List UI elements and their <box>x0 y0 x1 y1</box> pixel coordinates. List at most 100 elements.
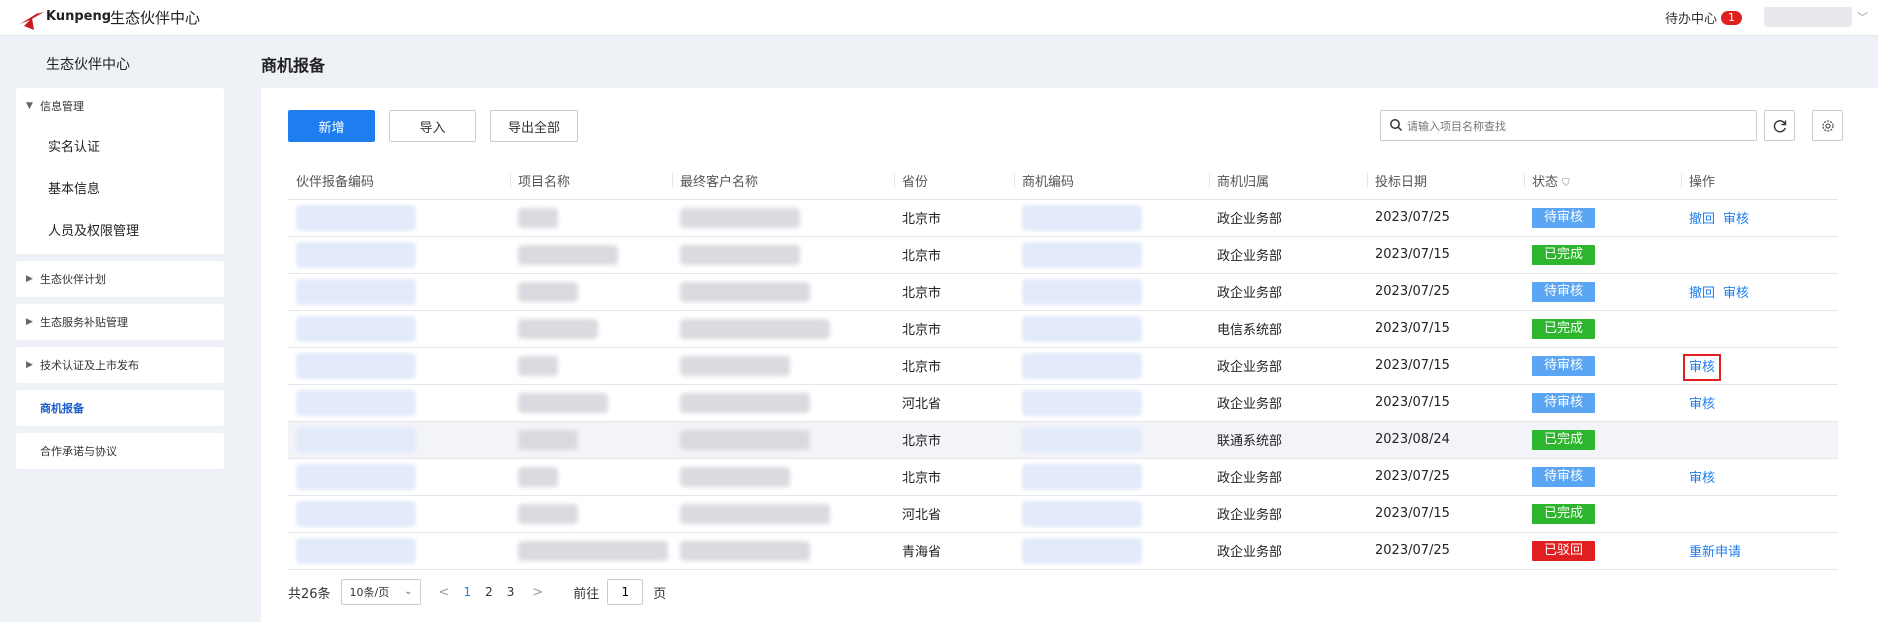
todo-center-link[interactable]: 待办中心 1 <box>1665 8 1742 27</box>
province-cell: 北京市 <box>894 273 1014 311</box>
search-input[interactable] <box>1407 115 1747 137</box>
user-menu[interactable] <box>1764 7 1852 27</box>
review-link[interactable]: 审核 <box>1689 471 1715 486</box>
column-header-bid-date[interactable]: 投标日期 <box>1367 162 1524 200</box>
project-name-cell <box>510 273 672 311</box>
prev-page-button[interactable]: < <box>439 585 450 600</box>
import-button[interactable]: 导入 <box>389 110 476 142</box>
redacted-code <box>1022 352 1142 379</box>
refresh-button[interactable] <box>1764 110 1795 141</box>
goto-label: 前往 <box>573 586 600 602</box>
sidebar-item-basic-info[interactable]: 基本信息 <box>16 166 224 208</box>
sidebar-item-permissions[interactable]: 人员及权限管理 <box>16 208 224 250</box>
redacted-text <box>518 429 578 450</box>
review-link[interactable]: 审核 <box>1723 286 1749 301</box>
sidebar-item-subsidy[interactable]: ▶ 生态服务补贴管理 <box>16 304 224 340</box>
opportunity-code-cell <box>1014 384 1209 422</box>
belong-cell: 政企业务部 <box>1209 384 1367 422</box>
customer-name-cell <box>672 384 894 422</box>
partner-code-cell <box>288 199 510 237</box>
column-header-project-name[interactable]: 项目名称 <box>510 162 672 200</box>
table-row: 河北省 政企业务部 2023/07/15 待审核 审核 <box>288 384 1838 422</box>
sidebar-item-opportunity[interactable]: 商机报备 <box>16 390 224 426</box>
chevron-down-icon[interactable]: ﹀ <box>1857 9 1868 25</box>
redacted-code <box>296 204 416 231</box>
bid-date-cell: 2023/07/25 <box>1367 199 1524 237</box>
table-row: 北京市 政企业务部 2023/07/25 待审核 审核 <box>288 458 1838 496</box>
province-cell: 河北省 <box>894 384 1014 422</box>
review-link[interactable]: 审核 <box>1723 212 1749 227</box>
redacted-text <box>518 318 598 339</box>
redacted-code <box>1022 241 1142 268</box>
review-link[interactable]: 审核 <box>1689 397 1715 412</box>
redacted-code <box>1022 500 1142 527</box>
redacted-text <box>518 392 608 413</box>
column-header-customer-name[interactable]: 最终客户名称 <box>672 162 894 200</box>
redacted-code <box>296 463 416 490</box>
actions-cell <box>1681 310 1838 348</box>
goto-suffix: 页 <box>653 586 667 602</box>
customer-name-cell <box>672 421 894 459</box>
actions-cell: 撤回 审核 <box>1681 199 1838 237</box>
status-cell: 已驳回 <box>1524 532 1681 570</box>
redacted-text <box>680 392 810 413</box>
customer-name-cell <box>672 347 894 385</box>
withdraw-link[interactable]: 撤回 <box>1689 212 1715 227</box>
sidebar-item-info-management[interactable]: ▼ 信息管理 <box>16 88 224 124</box>
column-header-status[interactable]: 状态 ⛉ <box>1524 162 1681 200</box>
redacted-text <box>680 281 810 302</box>
belong-cell: 政企业务部 <box>1209 236 1367 274</box>
redacted-text <box>518 503 578 524</box>
sidebar-item-real-name[interactable]: 实名认证 <box>16 124 224 166</box>
opportunity-code-cell <box>1014 532 1209 570</box>
bid-date-cell: 2023/07/15 <box>1367 236 1524 274</box>
filter-icon[interactable]: ⛉ <box>1562 178 1570 189</box>
page-number-3[interactable]: 3 <box>507 585 515 599</box>
sidebar-group-info: ▼ 信息管理 实名认证 基本信息 人员及权限管理 <box>16 88 224 254</box>
actions-cell <box>1681 421 1838 459</box>
settings-button[interactable] <box>1812 110 1843 141</box>
redacted-code <box>296 315 416 342</box>
column-header-partner-code[interactable]: 伙伴报备编码 <box>288 162 510 200</box>
partner-code-cell <box>288 236 510 274</box>
page-size-select[interactable]: 10条/页 ⌄ <box>340 579 421 605</box>
brand-name: Kunpeng <box>46 9 112 24</box>
review-link[interactable]: 审核 <box>1682 354 1722 381</box>
province-cell: 北京市 <box>894 458 1014 496</box>
caret-right-icon: ▶ <box>26 274 33 284</box>
next-page-button[interactable]: > <box>532 585 543 600</box>
column-header-province[interactable]: 省份 <box>894 162 1014 200</box>
column-header-belong[interactable]: 商机归属 <box>1209 162 1367 200</box>
page-number-1[interactable]: 1 <box>463 585 471 599</box>
redacted-code <box>1022 204 1142 231</box>
sidebar-item-partner-plan[interactable]: ▶ 生态伙伴计划 <box>16 261 224 297</box>
project-name-cell <box>510 347 672 385</box>
goto-page-input[interactable] <box>607 579 644 605</box>
export-all-button[interactable]: 导出全部 <box>490 110 578 142</box>
redacted-text <box>518 281 578 302</box>
redacted-text <box>518 207 558 228</box>
redacted-text <box>518 466 558 487</box>
table-row: 北京市 政企业务部 2023/07/25 待审核 撤回 审核 <box>288 199 1838 237</box>
partner-code-cell <box>288 532 510 570</box>
page-number-2[interactable]: 2 <box>485 585 493 599</box>
reapply-link[interactable]: 重新申请 <box>1689 545 1741 560</box>
redacted-code <box>296 241 416 268</box>
status-badge: 待审核 <box>1532 392 1596 413</box>
partner-code-cell <box>288 495 510 533</box>
table-row: 北京市 政企业务部 2023/07/15 已完成 <box>288 236 1838 274</box>
withdraw-link[interactable]: 撤回 <box>1689 286 1715 301</box>
province-cell: 青海省 <box>894 532 1014 570</box>
bid-date-cell: 2023/07/25 <box>1367 532 1524 570</box>
gear-icon <box>1821 119 1834 132</box>
new-button[interactable]: 新增 <box>288 110 375 142</box>
sidebar-item-agreements[interactable]: 合作承诺与协议 <box>16 433 224 469</box>
redacted-code <box>296 537 416 564</box>
project-name-cell <box>510 458 672 496</box>
belong-cell: 政企业务部 <box>1209 458 1367 496</box>
status-badge: 已完成 <box>1532 429 1596 450</box>
redacted-text <box>680 503 830 524</box>
actions-cell <box>1681 236 1838 274</box>
sidebar-item-tech-cert[interactable]: ▶ 技术认证及上市发布 <box>16 347 224 383</box>
column-header-opportunity-code[interactable]: 商机编码 <box>1014 162 1209 200</box>
